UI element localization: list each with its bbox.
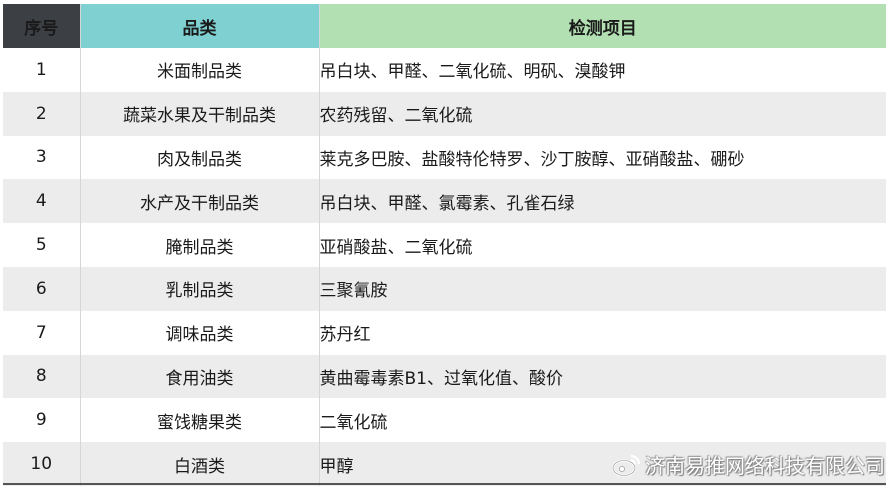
row-serial-number: 2: [3, 91, 81, 136]
row-serial-number: 7: [3, 310, 81, 355]
row-inspection-items: 苏丹红: [319, 325, 371, 346]
table-row: 7 调味品类 苏丹红: [3, 310, 886, 355]
table-row: 6 乳制品类 三聚氰胺: [3, 266, 886, 311]
table-header-row: 序号 品类 检测项目: [3, 4, 886, 48]
table-row: 2 蔬菜水果及干制品类 农药残留、二氧化硫: [3, 91, 886, 136]
inspection-table: 序号 品类 检测项目 1 米面制品类 吊白块、甲醛、二氧化硫、明矾、溴酸钾 2 …: [3, 4, 886, 486]
table-row: 9 蜜饯糖果类 二氧化硫: [3, 398, 886, 443]
row-serial-number: 10: [3, 442, 81, 486]
row-inspection-items: 二氧化硫: [319, 412, 388, 433]
row-inspection-items: 莱克多巴胺、盐酸特伦特罗、沙丁胺醇、亚硝酸盐、硼砂: [319, 149, 745, 170]
header-serial-number: 序号: [3, 4, 81, 48]
row-inspection-items: 农药残留、二氧化硫: [319, 106, 473, 127]
row-category: 食用油类: [80, 354, 320, 399]
watermark-text: 济南易推网络科技有限公司: [645, 454, 885, 478]
header-inspection-items: 检测项目: [319, 4, 886, 48]
row-category: 蔬菜水果及干制品类: [80, 91, 320, 136]
row-category: 米面制品类: [80, 48, 320, 92]
row-category: 水产及干制品类: [80, 179, 320, 224]
table-row: 4 水产及干制品类 吊白块、甲醛、氯霉素、孔雀石绿: [3, 179, 886, 224]
row-serial-number: 9: [3, 398, 81, 443]
table-row: 8 食用油类 黄曲霉毒素B1、过氧化值、酸价: [3, 354, 886, 399]
row-serial-number: 8: [3, 354, 81, 399]
row-category: 肉及制品类: [80, 135, 320, 180]
row-serial-number: 6: [3, 266, 81, 311]
row-inspection-items: 吊白块、甲醛、二氧化硫、明矾、溴酸钾: [319, 62, 626, 83]
row-category: 乳制品类: [80, 266, 320, 311]
row-serial-number: 4: [3, 179, 81, 224]
row-inspection-items: 吊白块、甲醛、氯霉素、孔雀石绿: [319, 193, 575, 214]
row-serial-number: 3: [3, 135, 81, 180]
table-row: 1 米面制品类 吊白块、甲醛、二氧化硫、明矾、溴酸钾: [3, 48, 886, 92]
table-row: 5 腌制品类 亚硝酸盐、二氧化硫: [3, 223, 886, 267]
row-category: 腌制品类: [80, 223, 320, 267]
row-serial-number: 5: [3, 223, 81, 267]
row-serial-number: 1: [3, 48, 81, 92]
table-bottom-border: [3, 483, 886, 485]
watermark: 济南易推网络科技有限公司: [611, 450, 885, 479]
row-inspection-items: 黄曲霉毒素B1、过氧化值、酸价: [319, 368, 563, 389]
table-row: 3 肉及制品类 莱克多巴胺、盐酸特伦特罗、沙丁胺醇、亚硝酸盐、硼砂: [3, 135, 886, 180]
weibo-logo-icon: [611, 454, 641, 477]
row-inspection-items: 三聚氰胺: [319, 281, 388, 302]
row-category: 白酒类: [80, 442, 320, 486]
header-category: 品类: [80, 4, 320, 48]
row-category: 调味品类: [80, 310, 320, 355]
row-category: 蜜饯糖果类: [80, 398, 320, 443]
row-inspection-items: 亚硝酸盐、二氧化硫: [319, 237, 473, 258]
